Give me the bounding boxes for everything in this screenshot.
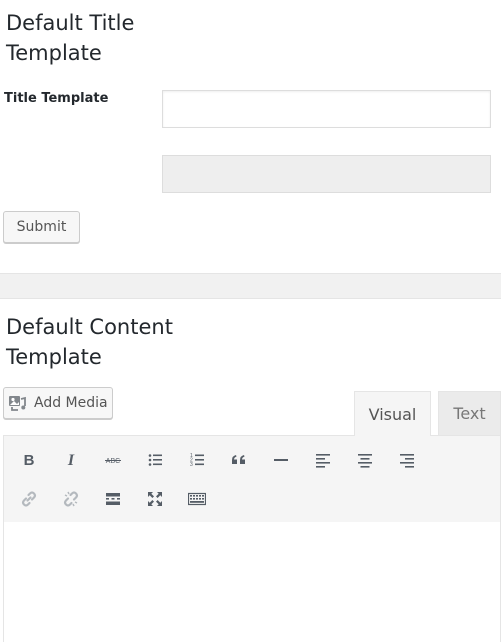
read-more-button[interactable]: [98, 484, 128, 514]
blockquote-icon: [232, 455, 245, 464]
section-divider: [0, 273, 501, 299]
italic-icon: I: [67, 452, 75, 468]
align-right-button[interactable]: [392, 445, 422, 475]
strikethrough-icon: ABC: [105, 458, 121, 465]
tab-text[interactable]: Text: [438, 391, 501, 435]
fullscreen-button[interactable]: [140, 484, 170, 514]
bullet-list-button[interactable]: [140, 445, 170, 475]
svg-text:ABC: ABC: [106, 458, 120, 465]
bold-icon: B: [24, 452, 35, 468]
add-media-button[interactable]: Add Media: [3, 387, 113, 419]
insert-link-icon: [21, 491, 37, 507]
align-right-icon: [400, 454, 414, 468]
fullscreen-icon: [148, 492, 162, 506]
numbered-list-button[interactable]: 1 2 3: [182, 445, 212, 475]
horizontal-line-icon: [274, 459, 288, 461]
blockquote-button[interactable]: [224, 445, 254, 475]
align-center-button[interactable]: [350, 445, 380, 475]
title-template-label: Title Template: [4, 91, 109, 106]
read-more-icon: [106, 493, 120, 505]
align-left-button[interactable]: [308, 445, 338, 475]
align-left-icon: [316, 454, 330, 468]
tab-visual[interactable]: Visual: [354, 391, 431, 436]
insert-link-button[interactable]: [14, 484, 44, 514]
editor-toolbar: B I ABC 1 2 3: [3, 435, 501, 523]
strikethrough-button[interactable]: ABC: [98, 445, 128, 475]
numbered-list-icon: 1 2 3: [190, 453, 204, 468]
secondary-readonly-input[interactable]: [162, 155, 491, 193]
add-media-icon: [9, 396, 26, 411]
section-title-content-template: Default Content Template: [6, 315, 173, 369]
bullet-list-icon: [148, 454, 162, 466]
section-title-title-template: Default Title Template: [6, 11, 135, 65]
add-media-label: Add Media: [34, 395, 108, 411]
submit-button-label: Submit: [16, 219, 67, 235]
content-editor-area[interactable]: [3, 522, 501, 642]
toolbar-toggle-button[interactable]: [182, 484, 212, 514]
svg-text:B: B: [24, 452, 35, 468]
tab-text-label: Text: [453, 404, 486, 423]
tab-visual-label: Visual: [368, 404, 417, 424]
horizontal-line-button[interactable]: [266, 445, 296, 475]
svg-text:I: I: [67, 452, 75, 468]
title-template-input[interactable]: [162, 90, 491, 128]
remove-link-icon: [63, 491, 79, 507]
align-center-icon: [358, 454, 372, 468]
svg-text:3: 3: [190, 462, 193, 468]
toolbar-toggle-icon: [188, 492, 206, 506]
bold-button[interactable]: B: [14, 445, 44, 475]
remove-link-button[interactable]: [56, 484, 86, 514]
submit-button[interactable]: Submit: [3, 211, 80, 243]
italic-button[interactable]: I: [56, 445, 86, 475]
